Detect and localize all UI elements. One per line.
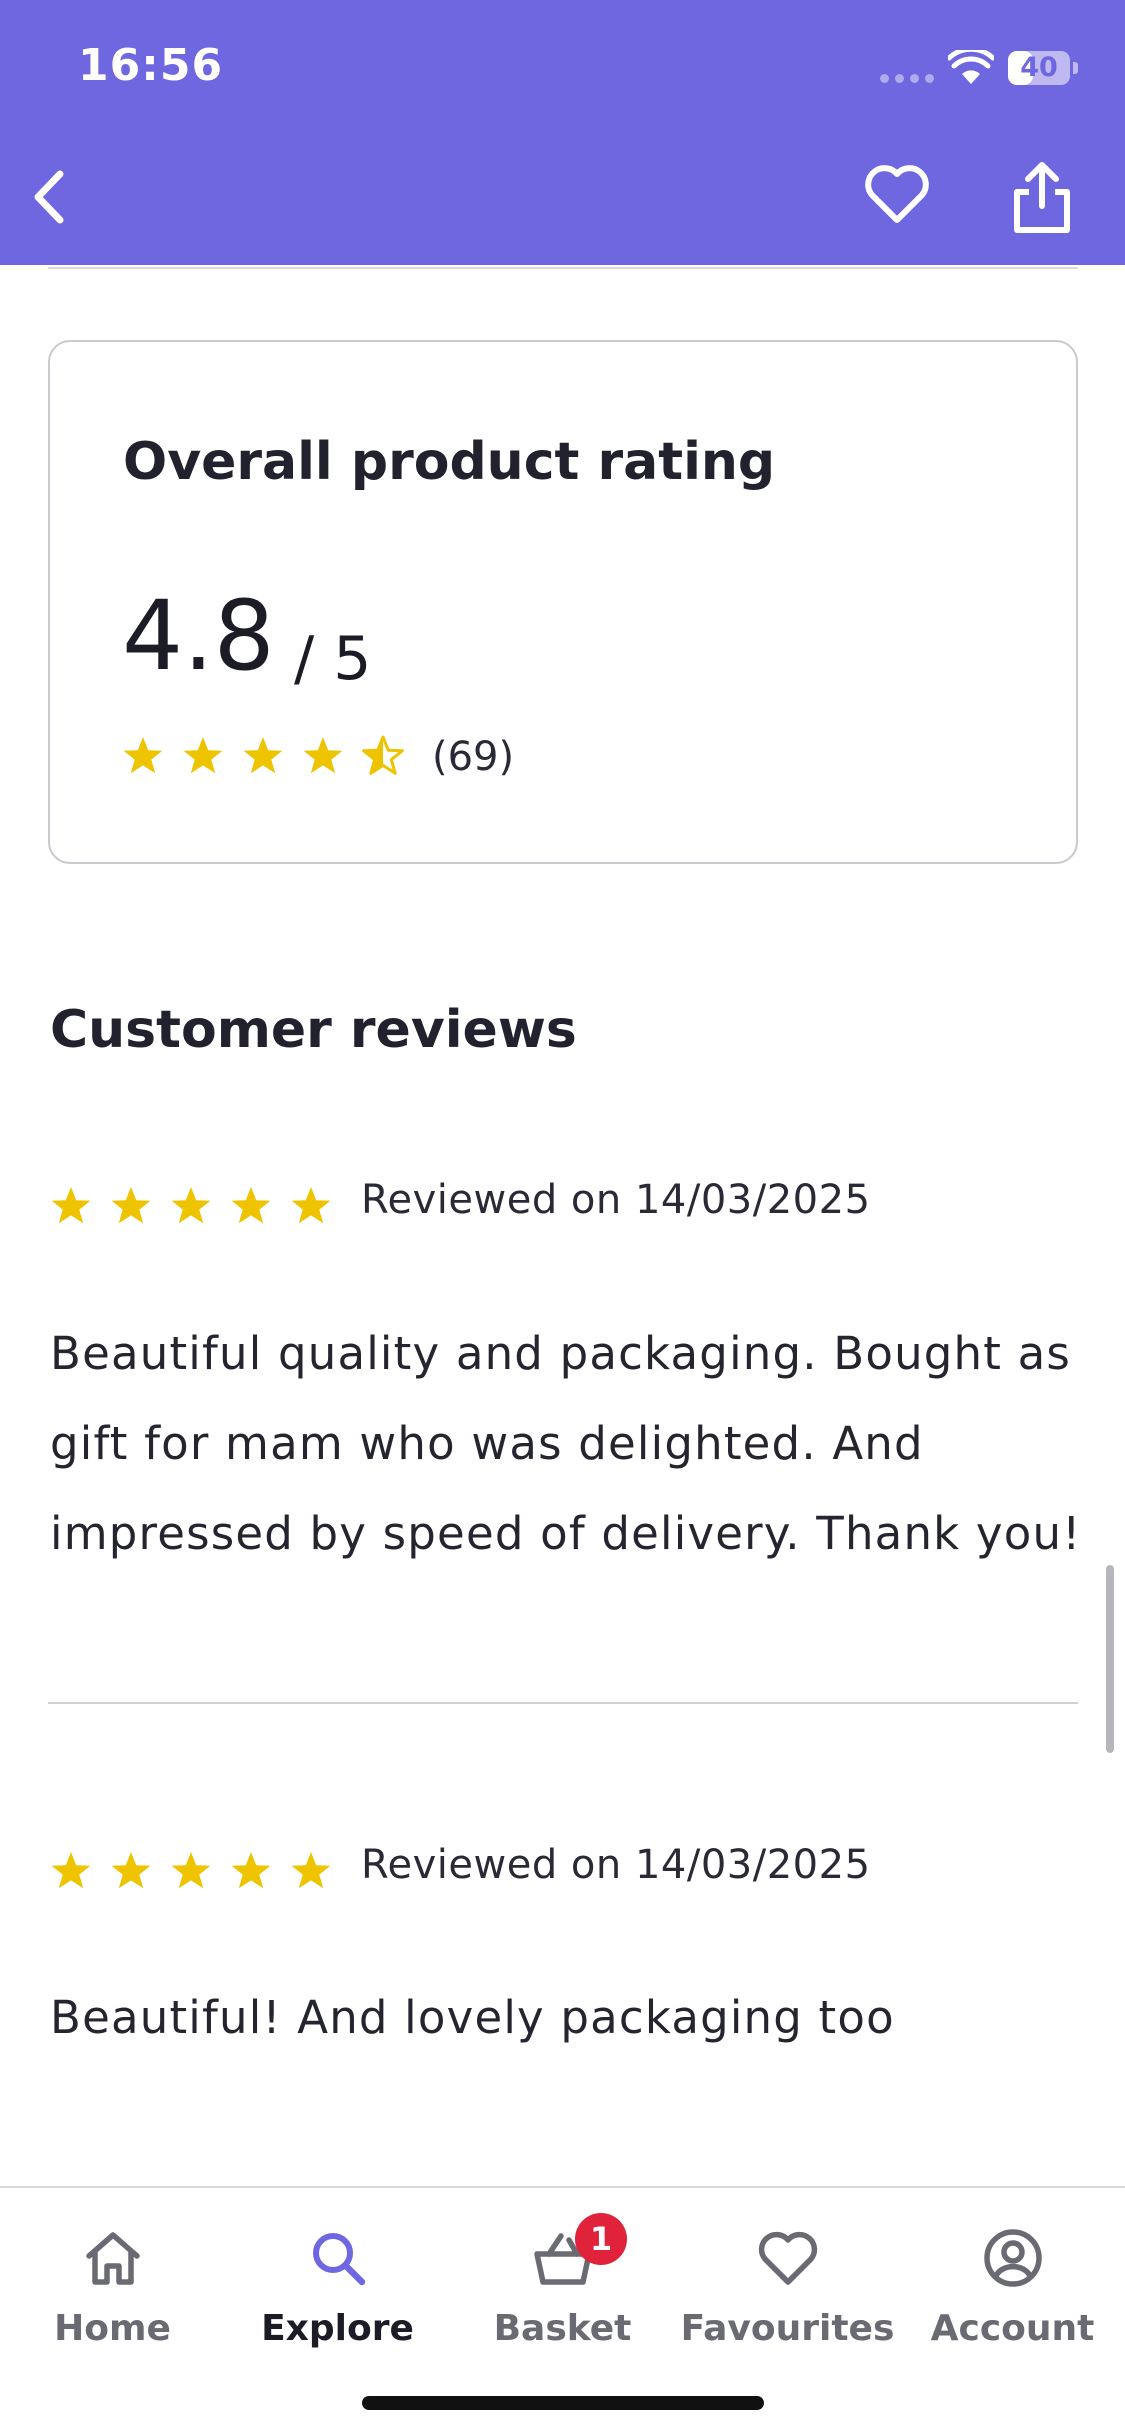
star-icon — [123, 737, 163, 774]
star-icon — [303, 737, 343, 774]
tab-account[interactable]: Account — [900, 2208, 1125, 2349]
review-stars — [50, 1185, 340, 1231]
rating-value: 4.8 — [122, 580, 275, 692]
star-icon — [51, 1187, 91, 1224]
scrollbar[interactable] — [1106, 1565, 1114, 1753]
star-icon — [171, 1187, 211, 1224]
battery-level: 40 — [1020, 52, 1058, 83]
tab-label: Explore — [261, 2308, 414, 2349]
divider — [48, 267, 1078, 269]
star-icon — [231, 1187, 271, 1224]
share-button[interactable] — [1005, 160, 1079, 236]
review-text-line: impressed by speed of delivery. Thank yo… — [50, 1507, 1082, 1560]
tab-label: Home — [54, 2308, 171, 2349]
tab-label: Basket — [493, 2308, 632, 2349]
star-icon — [111, 1852, 151, 1889]
status-time: 16:56 — [78, 40, 224, 91]
review-text-line: gift for mam who was delighted. And — [50, 1417, 924, 1470]
star-icon — [362, 735, 404, 775]
rating-out-of: / 5 — [294, 624, 372, 694]
review-date: Reviewed on 14/03/2025 — [361, 1177, 871, 1223]
star-icon — [291, 1852, 331, 1889]
review-date: Reviewed on 14/03/2025 — [361, 1842, 871, 1888]
review-stars — [50, 1850, 340, 1896]
star-icon — [291, 1187, 331, 1224]
review-text-line: Beautiful! And lovely packaging too — [50, 1991, 895, 2044]
review-text: Beautiful! And lovely packaging too — [50, 1973, 1090, 2063]
rating-count: (69) — [432, 734, 515, 780]
heart-icon — [758, 2231, 817, 2285]
tab-home[interactable]: Home — [0, 2208, 225, 2349]
back-button[interactable] — [16, 160, 76, 234]
tab-basket[interactable]: 1 Basket — [450, 2208, 675, 2349]
star-icon — [231, 1852, 271, 1889]
overall-rating-card: Overall product rating 4.8 / 5 (69) — [48, 340, 1078, 864]
basket-badge: 1 — [575, 2213, 627, 2265]
review-divider — [48, 1702, 1078, 1704]
review-text-line: Beautiful quality and packaging. Bought … — [50, 1327, 1072, 1380]
account-icon — [983, 2229, 1042, 2287]
star-icon — [243, 737, 283, 774]
product-reviews-screen: 16:56 40 Overall product rating 4.8 / 5 … — [0, 0, 1125, 2436]
tab-label: Favourites — [680, 2308, 895, 2349]
star-icon — [183, 737, 223, 774]
wifi-icon — [948, 50, 994, 84]
home-indicator — [362, 2396, 764, 2410]
star-icon — [51, 1852, 91, 1889]
home-icon — [85, 2232, 140, 2285]
favourite-button[interactable] — [862, 160, 932, 230]
header-bar: 16:56 40 — [0, 0, 1125, 265]
customer-reviews-title: Customer reviews — [50, 1000, 577, 1060]
star-icon — [171, 1852, 211, 1889]
tab-label: Account — [930, 2308, 1095, 2349]
rating-title: Overall product rating — [123, 432, 776, 492]
tab-explore[interactable]: Explore — [225, 2208, 450, 2349]
battery-tip — [1073, 62, 1078, 74]
signal-icon — [880, 74, 936, 84]
star-icon — [111, 1187, 151, 1224]
battery-icon: 40 — [1008, 51, 1070, 85]
search-icon — [312, 2233, 365, 2286]
tab-favourites[interactable]: Favourites — [675, 2208, 900, 2349]
review-text: Beautiful quality and packaging. Bought … — [50, 1309, 1090, 1579]
